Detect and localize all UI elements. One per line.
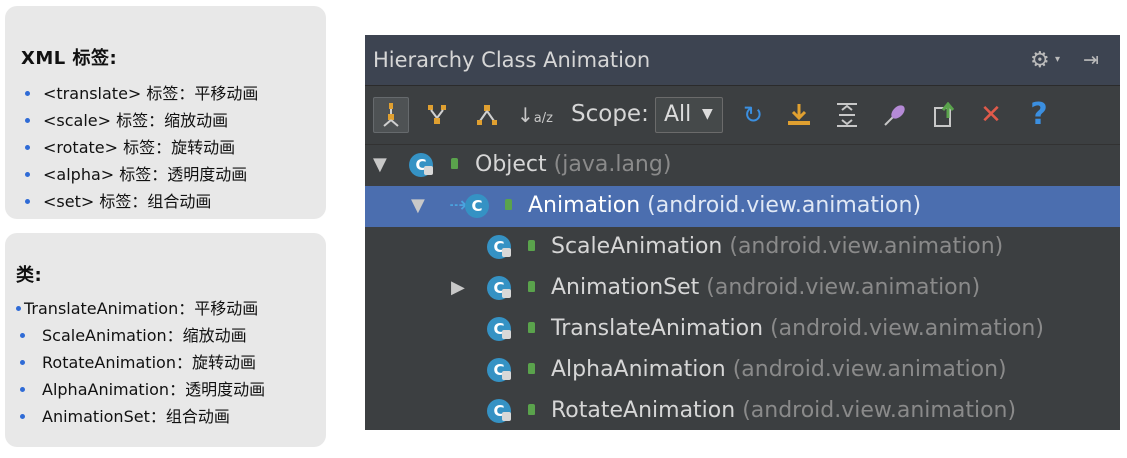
tree-row[interactable]: C ScaleAnimation (android.view.animation… [365, 227, 1120, 268]
package-name: (android.view.animation) [706, 275, 981, 300]
xml-tags-list: <translate> 标签：平移动画 <scale> 标签：缩放动画 <rot… [21, 80, 326, 215]
expand-all-icon [837, 103, 857, 127]
class-icon: C [409, 153, 433, 177]
public-visibility-icon [528, 281, 535, 292]
refresh-icon: ↻ [742, 101, 764, 129]
pin-icon [884, 105, 905, 126]
list-item: RotateAnimation：旋转动画 [16, 349, 326, 376]
public-visibility-icon [528, 322, 535, 333]
list-item: <set> 标签：组合动画 [21, 188, 326, 215]
pin-button[interactable] [877, 97, 913, 133]
public-visibility-icon [451, 158, 458, 169]
help-button[interactable]: ? [1021, 97, 1057, 133]
class-name: AnimationSet [551, 275, 700, 300]
expanded-arrow-icon[interactable]: ▼ [373, 154, 387, 175]
panel-title: Hierarchy Class Animation [373, 48, 651, 72]
public-visibility-icon [528, 363, 535, 374]
package-name: (android.view.animation) [729, 234, 1004, 259]
class-icon: C [465, 194, 489, 218]
supertypes-icon [428, 105, 446, 124]
open-in-tab-button[interactable] [927, 97, 963, 133]
hierarchy-tree: ▼ C Object (java.lang) ▼ ⇢ C Animation (… [365, 145, 1120, 430]
list-item: TranslateAnimation：平移动画 [16, 295, 326, 322]
class-hierarchy-button[interactable] [373, 97, 409, 133]
public-visibility-icon [528, 240, 535, 251]
xml-tags-card: XML 标签: <translate> 标签：平移动画 <scale> 标签：缩… [5, 6, 326, 219]
expanded-arrow-icon[interactable]: ▼ [411, 195, 425, 216]
tree-row-selected[interactable]: ▼ ⇢ C Animation (android.view.animation) [365, 186, 1120, 227]
class-name: AlphaAnimation [551, 357, 726, 382]
classes-title: 类: [16, 265, 43, 286]
xml-tags-title: XML 标签: [21, 48, 118, 69]
class-icon: C [487, 399, 511, 423]
list-item: <scale> 标签：缩放动画 [21, 107, 326, 134]
scope-value: All [664, 102, 692, 127]
collapsed-arrow-icon[interactable]: ▶ [451, 277, 465, 298]
public-visibility-icon [528, 404, 535, 415]
class-name: RotateAnimation [551, 398, 736, 423]
classes-list: TranslateAnimation：平移动画 ScaleAnimation：缩… [16, 295, 326, 430]
list-item: <translate> 标签：平移动画 [21, 80, 326, 107]
class-name: TranslateAnimation [551, 316, 764, 341]
close-icon: ✕ [980, 100, 1002, 130]
list-item: AnimationSet：组合动画 [16, 403, 326, 430]
tree-row[interactable]: ▼ C Object (java.lang) [365, 145, 1120, 186]
chevron-down-icon: ▼ [702, 106, 713, 122]
tree-row[interactable]: C AlphaAnimation (android.view.animation… [365, 350, 1120, 391]
list-item: <rotate> 标签：旋转动画 [21, 134, 326, 161]
help-icon: ? [1030, 97, 1048, 132]
export-button[interactable] [781, 97, 817, 133]
close-button[interactable]: ✕ [973, 97, 1009, 133]
sort-az-icon: ↓a/z [517, 103, 553, 127]
expand-all-button[interactable] [829, 97, 865, 133]
classes-card: 类: TranslateAnimation：平移动画 ScaleAnimatio… [5, 233, 326, 447]
class-icon: C [487, 276, 511, 300]
supertypes-button[interactable] [419, 97, 455, 133]
class-hierarchy-icon [383, 103, 399, 127]
package-name: (android.view.animation) [770, 316, 1044, 341]
class-icon: C [487, 317, 511, 341]
scope-label: Scope: [571, 101, 649, 127]
gear-icon[interactable]: ⚙ [1030, 48, 1050, 73]
subtypes-button[interactable] [469, 97, 505, 133]
hierarchy-panel: Hierarchy Class Animation ⚙ ▾ ⇥ ↓a/z Sco… [365, 35, 1120, 430]
list-item: ScaleAnimation：缩放动画 [16, 322, 326, 349]
list-item: AlphaAnimation：透明度动画 [16, 376, 326, 403]
class-name: Animation [528, 193, 641, 218]
subtypes-icon [477, 105, 497, 125]
class-name: Object [475, 152, 547, 177]
tree-row[interactable]: ▶ C AnimationSet (android.view.animation… [365, 268, 1120, 309]
panel-title-bar: Hierarchy Class Animation ⚙ ▾ ⇥ [365, 35, 1120, 86]
hierarchy-toolbar: ↓a/z Scope: All ▼ ↻ ✕ ? [365, 86, 1120, 145]
tree-row[interactable]: C TranslateAnimation (android.view.anima… [365, 309, 1120, 350]
package-name: (android.view.animation) [742, 398, 1017, 423]
class-name: ScaleAnimation [551, 234, 723, 259]
hide-panel-icon[interactable]: ⇥ [1083, 49, 1099, 71]
package-name: (android.view.animation) [732, 357, 1007, 382]
sort-alphabetically-button[interactable]: ↓a/z [517, 97, 553, 133]
chevron-down-icon[interactable]: ▾ [1055, 54, 1060, 65]
download-icon [788, 104, 810, 125]
public-visibility-icon [505, 199, 512, 210]
refresh-button[interactable]: ↻ [735, 97, 771, 133]
class-icon: C [487, 358, 511, 382]
tree-row[interactable]: C RotateAnimation (android.view.animatio… [365, 391, 1120, 430]
scope-select[interactable]: All ▼ [655, 97, 723, 133]
package-name: (android.view.animation) [647, 193, 922, 218]
export-to-tab-icon [934, 102, 955, 127]
package-name: (java.lang) [553, 152, 672, 177]
class-icon: C [487, 235, 511, 259]
list-item: <alpha> 标签：透明度动画 [21, 161, 326, 188]
